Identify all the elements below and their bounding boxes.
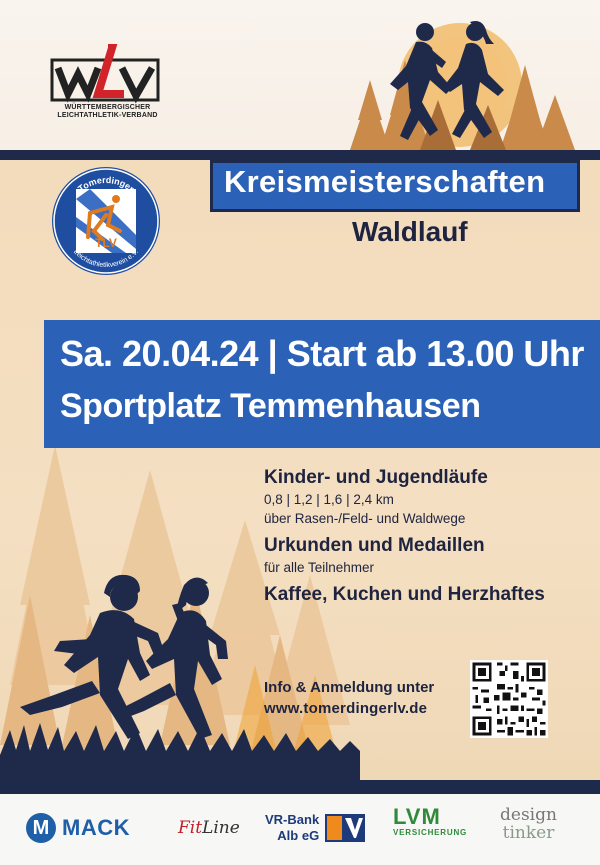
vr-bank-logo-icon xyxy=(325,814,366,842)
contact-block: Info & Anmeldung unter www.tomerdingerlv… xyxy=(264,678,434,720)
contact-label: Info & Anmeldung unter xyxy=(264,679,435,696)
top-runners-scene xyxy=(350,21,575,150)
sponsor-mack: M MACK xyxy=(26,806,130,850)
mack-logo-icon: M xyxy=(26,813,56,843)
designtinker-line1: design xyxy=(500,805,557,825)
distances: 0,8 | 1,2 | 1,6 | 2,4 km xyxy=(264,492,394,507)
event-title: Kreismeisterschaften xyxy=(224,164,546,199)
designtinker-line2: tinker xyxy=(502,823,555,843)
fitline-name-b: Line xyxy=(202,818,240,838)
youth-heading: Kinder- und Jugendläufe xyxy=(264,467,488,488)
contact-url[interactable]: www.tomerdingerlv.de xyxy=(264,698,434,720)
lvm-subtitle: VERSICHERUNG xyxy=(393,828,468,837)
mack-name: MACK xyxy=(62,815,130,840)
event-venue: Sportplatz Temmenhausen xyxy=(60,387,481,425)
fitline-name-a: Fit xyxy=(178,818,203,838)
wlv-logo xyxy=(50,44,160,104)
sponsor-designtinker: design tinker xyxy=(500,806,557,850)
terrain: über Rasen-/Feld- und Waldwege xyxy=(264,511,466,526)
navy-divider-bottom xyxy=(0,780,600,794)
tlv-initials: TLV xyxy=(95,236,117,250)
vrbank-line2: Alb eG xyxy=(277,828,320,843)
sponsor-lvm: LVM VERSICHERUNG xyxy=(393,806,467,850)
vrbank-line1: VR-Bank xyxy=(265,812,320,827)
poster: WÜRTTEMBERGISCHER LEICHTATHLETIK-VERBAND… xyxy=(0,0,600,865)
event-date-start: Sa. 20.04.24 | Start ab 13.00 Uhr xyxy=(60,333,584,374)
lvm-name: LVM xyxy=(393,804,441,829)
qr-code-icon[interactable] xyxy=(470,660,548,738)
vrbank-text: VR-Bank Alb eG xyxy=(265,812,319,844)
info-block: Kinder- und Jugendläufe 0,8 | 1,2 | 1,6 … xyxy=(264,466,594,607)
sponsor-vrbank: VR-Bank Alb eG xyxy=(265,806,366,850)
awards-text: für alle Teilnehmer xyxy=(264,560,375,575)
tlv-club-badge: TLV Tomerdinger Leichtathletikverein e.V… xyxy=(52,167,160,275)
wlv-org-name: WÜRTTEMBERGISCHER LEICHTATHLETIK-VERBAND xyxy=(57,104,158,119)
event-subtitle: Waldlauf xyxy=(352,216,468,247)
sponsor-fitline: Fit Line xyxy=(178,806,240,850)
awards-heading: Urkunden und Medaillen xyxy=(264,535,485,556)
food-line: Kaffee, Kuchen und Herzhaftes xyxy=(264,584,545,605)
